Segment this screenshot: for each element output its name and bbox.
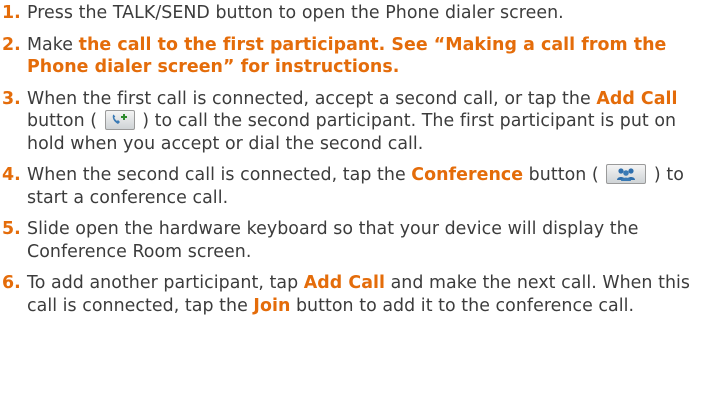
step-number: 5.	[2, 219, 21, 239]
step-text: When the second call is connected, tap t…	[27, 165, 412, 185]
step-number: 3.	[2, 88, 21, 109]
step-text: Make	[27, 34, 79, 55]
step-text-emphasis: the call to the first participant. See “…	[27, 34, 667, 78]
add-call-label: Add Call	[596, 88, 678, 109]
steps-list: 1. Press the TALK/SEND button to open th…	[0, 2, 718, 326]
conference-label: Conference	[411, 165, 524, 185]
step-6: 6. To add another participant, tap Add C…	[0, 272, 718, 317]
join-label: Join	[253, 295, 291, 316]
conference-icon	[606, 164, 647, 184]
step-number: 6.	[2, 273, 21, 293]
step-text: Press the TALK/SEND button to open the P…	[27, 3, 564, 23]
step-text: button to add it to the conference call.	[290, 295, 635, 316]
step-text: When the first call is connected, accept…	[27, 88, 597, 109]
step-number: 4.	[2, 165, 21, 185]
step-4: 4. When the second call is connected, ta…	[0, 164, 718, 209]
step-1: 1. Press the TALK/SEND button to open th…	[0, 2, 718, 25]
add-call-icon	[104, 110, 135, 130]
add-call-label: Add Call	[303, 273, 385, 293]
step-text: Slide open the hardware keyboard so that…	[27, 219, 639, 262]
step-text: To add another participant, tap	[27, 273, 304, 293]
step-text: button (	[523, 165, 605, 185]
instruction-document: 1. Press the TALK/SEND button to open th…	[0, 0, 726, 400]
step-5: 5. Slide open the hardware keyboard so t…	[0, 218, 718, 263]
step-number: 1.	[2, 3, 21, 23]
step-number: 2.	[2, 34, 21, 55]
step-2: 2. Make the call to the first participan…	[0, 34, 718, 79]
step-3: 3. When the first call is connected, acc…	[0, 88, 718, 156]
step-text: button (	[27, 111, 103, 131]
